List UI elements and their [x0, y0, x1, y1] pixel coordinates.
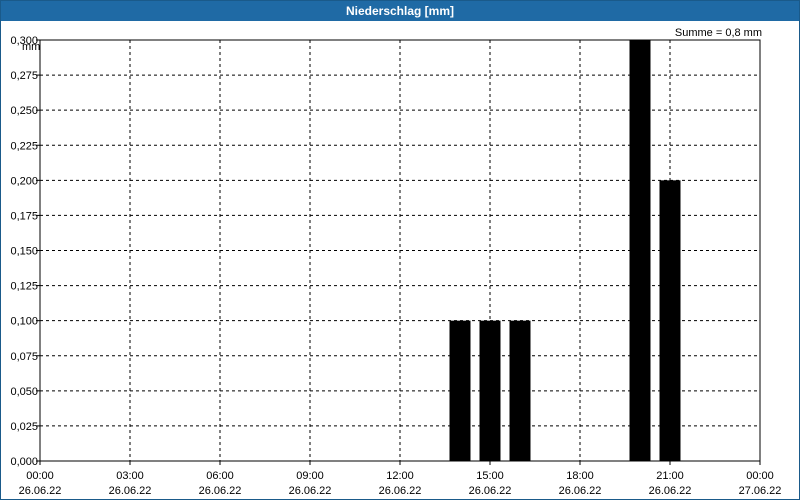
x-tick-date: 26.06.22: [469, 485, 512, 497]
x-tick-time: 09:00: [296, 470, 324, 482]
x-tick-time: 00:00: [26, 470, 54, 482]
y-tick-label: 0,250: [10, 105, 38, 117]
y-tick-labels: 0,000 0,025 0,050 0,075 0,100 0,125 0,150 0,175…: [10, 35, 40, 468]
y-tick-label: 0,300: [10, 35, 38, 47]
precipitation-bar: [479, 320, 501, 461]
x-tick-date: 27.06.22: [739, 485, 782, 497]
x-tick-time: 06:00: [206, 470, 234, 482]
x-tick-labels: 00:00 26.06.22 03:00 26.06.22 06:00 26.06.22 0…: [19, 461, 782, 497]
y-tick-label: 0,000: [10, 456, 38, 468]
y-tick-label: 0,175: [10, 210, 38, 222]
x-tick-time: 03:00: [116, 470, 144, 482]
y-tick-label: 0,050: [10, 386, 38, 398]
precipitation-bar: [659, 180, 681, 462]
precipitation-chart: mm Summe = 0,8 mm 0,0000,0250,0500,0750,…: [10, 27, 782, 497]
x-tick-time: 21:00: [656, 470, 684, 482]
y-tick-label: 0,225: [10, 140, 38, 152]
x-tick-time: 15:00: [476, 470, 504, 482]
precipitation-bar: [629, 40, 651, 461]
x-tick-date: 26.06.22: [19, 485, 62, 497]
y-tick-label: 0,075: [10, 351, 38, 363]
x-tick-date: 26.06.22: [379, 485, 422, 497]
grid-lines: [40, 39, 760, 461]
sum-label: Summe = 0,8 mm: [675, 27, 762, 39]
x-tick-time: 12:00: [386, 470, 414, 482]
x-tick-date: 26.06.22: [649, 485, 692, 497]
x-tick-date: 26.06.22: [289, 485, 332, 497]
y-tick-label: 0,025: [10, 421, 38, 433]
y-tick-label: 0,200: [10, 175, 38, 187]
x-tick-date: 26.06.22: [109, 485, 152, 497]
x-tick-time: 00:00: [746, 470, 774, 482]
y-tick-label: 0,150: [10, 246, 38, 258]
x-tick-date: 26.06.22: [199, 485, 242, 497]
x-tick-time: 18:00: [566, 470, 594, 482]
precipitation-bar: [509, 320, 531, 461]
x-tick-date: 26.06.22: [559, 485, 602, 497]
y-tick-label: 0,275: [10, 70, 38, 82]
y-tick-label: 0,125: [10, 281, 38, 293]
precipitation-bar: [449, 320, 471, 461]
y-tick-label: 0,100: [10, 316, 38, 328]
